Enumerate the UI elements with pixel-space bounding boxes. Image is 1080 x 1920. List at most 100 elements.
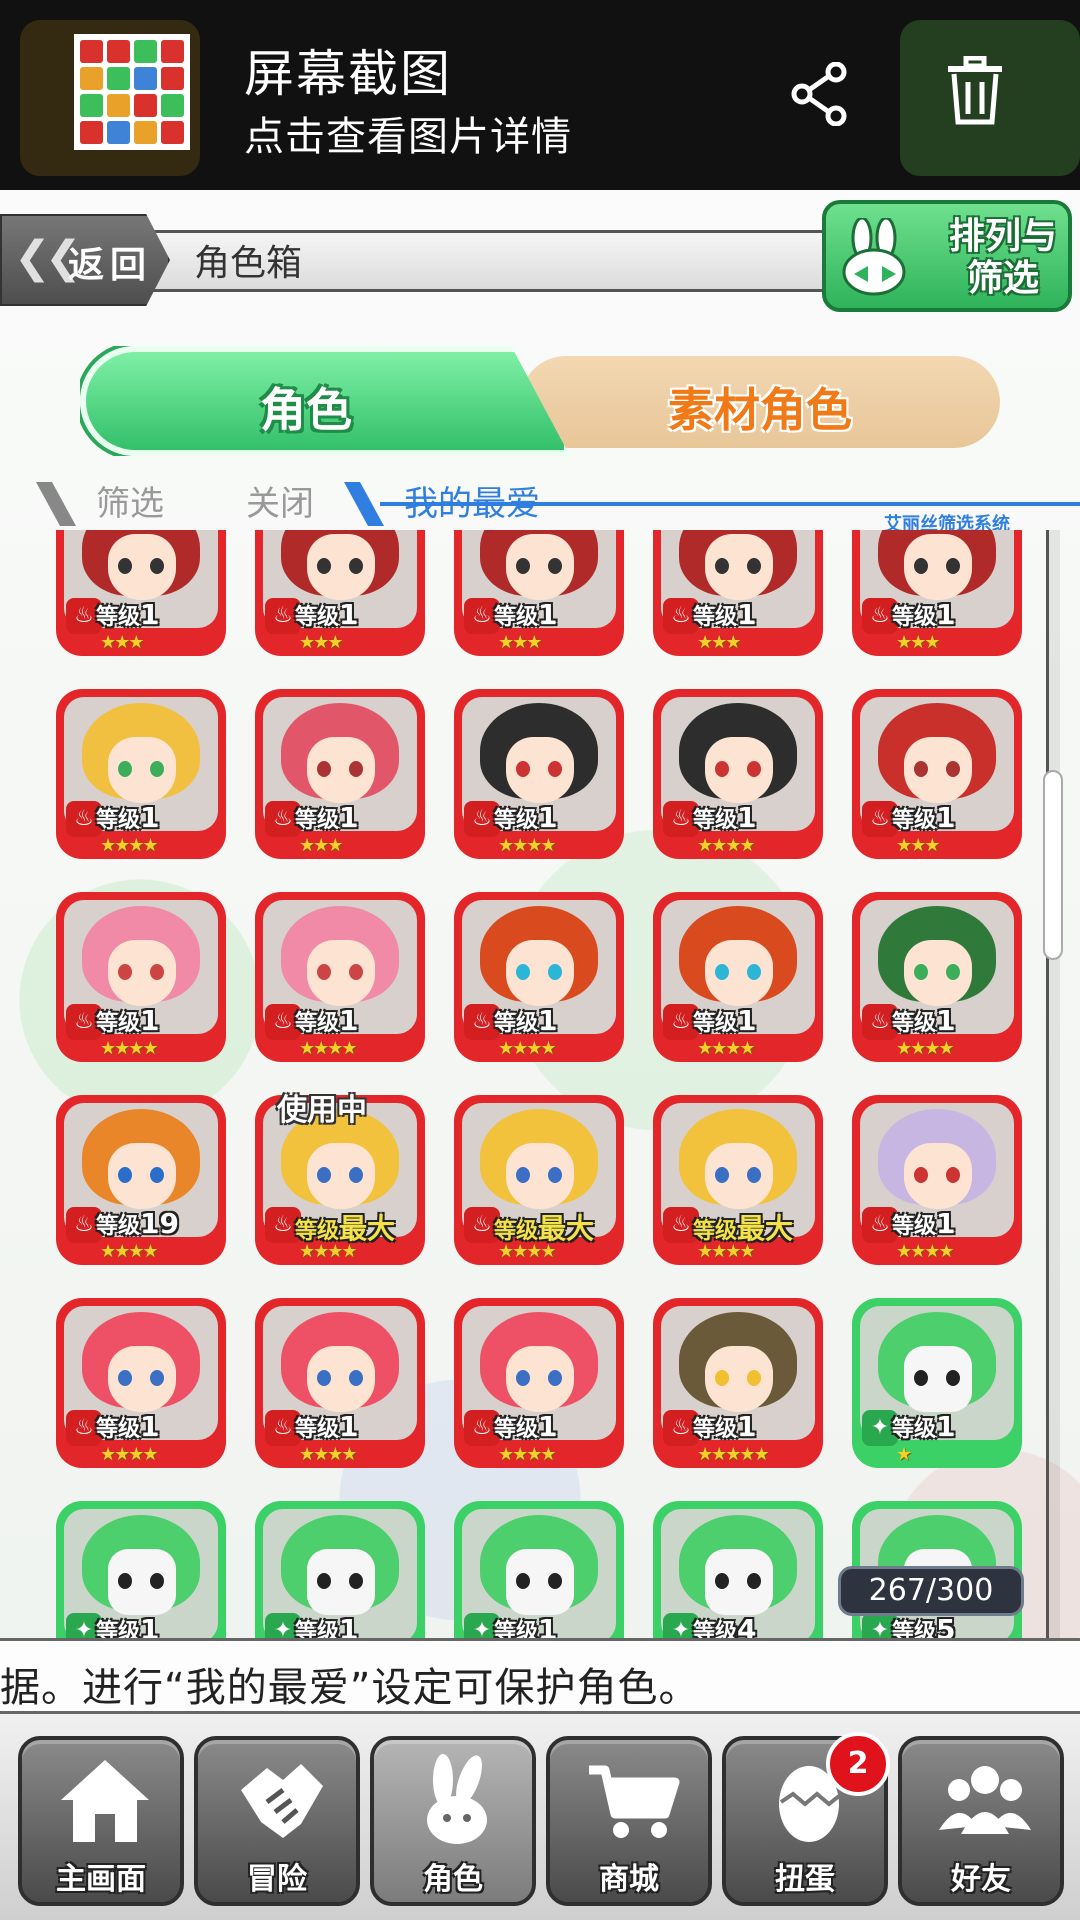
character-card[interactable]: ♨ 等级1 ★★★ bbox=[852, 689, 1022, 859]
character-level: 等级1 bbox=[494, 1613, 558, 1638]
rarity-stars: ★★★★ bbox=[100, 1241, 159, 1262]
nav-friends-label: 好友 bbox=[951, 1862, 1011, 1897]
filter-state[interactable]: 关闭 bbox=[246, 476, 314, 525]
character-grid: ♨ 等级1 ★★★ ♨ 等级1 ★★★ ♨ 等级1 ★★★ ♨ 等级1 ★★★ ♨ 等级1 ★★★ ♨ 等级1 ★… bbox=[56, 530, 1030, 1638]
character-card[interactable]: ♨ 等级1 ★★★★ bbox=[653, 892, 823, 1062]
grid-scrollbar[interactable] bbox=[1046, 530, 1060, 1640]
tab-characters-label: 角色 bbox=[260, 383, 352, 437]
character-level: 等级1 bbox=[96, 598, 160, 631]
character-level: 等级1 bbox=[295, 1613, 359, 1638]
nav-home-label: 主画面 bbox=[56, 1862, 146, 1897]
character-card[interactable]: ♨ 等级1 ★★★ bbox=[653, 530, 823, 656]
bottom-nav: 主画面 冒险 角色 商城 扭蛋 好友 bbox=[0, 1714, 1080, 1920]
character-grid-viewport[interactable]: ♨ 等级1 ★★★ ♨ 等级1 ★★★ ♨ 等级1 ★★★ ♨ 等级1 ★★★ ♨ 等级1 ★★★ ♨ 等级1 ★… bbox=[40, 530, 1030, 1638]
character-card[interactable]: ♨ 等级1 ★★★★★ bbox=[653, 1298, 823, 1468]
back-button[interactable]: ❮❮ 返回 bbox=[0, 214, 170, 306]
nav-gacha-label: 扭蛋 bbox=[775, 1862, 835, 1897]
share-icon[interactable] bbox=[790, 62, 850, 126]
filter-stripe-icon bbox=[36, 482, 76, 526]
rarity-stars: ★★★★ bbox=[498, 1038, 557, 1059]
character-card[interactable]: ♨ 等级19 ★★★★ bbox=[56, 1095, 226, 1265]
character-card[interactable]: ♨ 等级最大 ★★★★ bbox=[653, 1095, 823, 1265]
rarity-stars: ★★★★ bbox=[100, 1444, 159, 1465]
rarity-stars: ★★★★ bbox=[697, 835, 756, 856]
character-card[interactable]: ♨ 等级1 ★★★ bbox=[255, 530, 425, 656]
double-chevron-left-icon: ❮❮ bbox=[14, 232, 82, 283]
character-card[interactable]: ♨ 等级1 ★★★ bbox=[454, 530, 624, 656]
filter-bar: 筛选 关闭 我的最爱 艾丽丝筛选系统 bbox=[0, 470, 1080, 535]
grid-scroll-thumb[interactable] bbox=[1043, 770, 1063, 960]
rarity-stars: ★★★ bbox=[100, 632, 144, 653]
rarity-stars: ★★★★ bbox=[299, 1444, 358, 1465]
rarity-stars: ★★★ bbox=[299, 632, 343, 653]
nav-characters-label: 角色 bbox=[423, 1862, 483, 1897]
character-level: 等级1 bbox=[693, 1410, 757, 1443]
character-level: 等级1 bbox=[295, 1004, 359, 1037]
character-level: 等级1 bbox=[96, 1410, 160, 1443]
character-card[interactable]: ✦等级4★ bbox=[653, 1501, 823, 1638]
character-level: 等级1 bbox=[892, 1410, 956, 1443]
nav-friends[interactable]: 好友 bbox=[898, 1736, 1064, 1906]
hint-ticker: 据。进行“我的最爱”设定可保护角色。 bbox=[0, 1638, 1080, 1714]
box-count: 267/300 bbox=[838, 1566, 1024, 1616]
notification-subtitle: 点击查看图片详情 bbox=[244, 114, 572, 160]
character-card[interactable]: ♨ 等级1 ★★★ bbox=[56, 530, 226, 656]
character-card[interactable]: ♨ 等级1 ★★★★ bbox=[454, 892, 624, 1062]
rarity-stars: ★★★★ bbox=[100, 835, 159, 856]
game-screen: 屏幕截图 点击查看图片详情 ❮❮ 返回 角色箱 排列与筛选 素材角色 角色 筛选… bbox=[0, 0, 1080, 1920]
bunny-sort-icon bbox=[842, 218, 906, 296]
rarity-stars: ★★★★ bbox=[498, 1444, 557, 1465]
character-card[interactable]: ♨ 等级1 ★★★★ bbox=[454, 1298, 624, 1468]
character-card[interactable]: ♨ 等级最大 ★★★★ bbox=[454, 1095, 624, 1265]
character-card[interactable]: ♨ 等级1 ★★★★ bbox=[852, 892, 1022, 1062]
character-card[interactable]: ✦等级1★ bbox=[852, 1298, 1022, 1468]
character-level: 等级1 bbox=[96, 1004, 160, 1037]
character-level: 等级1 bbox=[295, 801, 359, 834]
nav-home[interactable]: 主画面 bbox=[18, 1736, 184, 1906]
rarity-stars: ★★★★ bbox=[697, 1038, 756, 1059]
character-card[interactable]: ♨ 等级1 ★★★★ bbox=[56, 689, 226, 859]
tab-characters[interactable]: 角色 bbox=[80, 346, 570, 456]
character-card[interactable]: ♨ 等级1 ★★★★ bbox=[255, 892, 425, 1062]
character-card[interactable]: ♨ 等级1 ★★★★ bbox=[56, 892, 226, 1062]
filter-label[interactable]: 筛选 bbox=[96, 476, 164, 525]
favorites-filter[interactable]: 我的最爱 bbox=[404, 476, 540, 525]
character-level: 等级4 bbox=[693, 1613, 757, 1638]
rarity-stars: ★★★★ bbox=[498, 835, 557, 856]
screenshot-thumbnail[interactable] bbox=[74, 34, 190, 150]
character-level: 等级1 bbox=[892, 1004, 956, 1037]
rarity-stars: ★★★★ bbox=[896, 1241, 955, 1262]
nav-shop-label: 商城 bbox=[599, 1862, 659, 1897]
character-card[interactable]: ✦等级1★ bbox=[454, 1501, 624, 1638]
sort-filter-button[interactable]: 排列与筛选 bbox=[822, 200, 1072, 312]
nav-characters[interactable]: 角色 bbox=[370, 1736, 536, 1906]
trash-icon[interactable] bbox=[944, 56, 1006, 126]
tab-material-characters[interactable]: 素材角色 bbox=[520, 356, 1000, 448]
character-card[interactable]: ♨ 等级1 ★★★★ bbox=[454, 689, 624, 859]
rarity-stars: ★★★★ bbox=[896, 1038, 955, 1059]
rarity-stars: ★★★ bbox=[896, 632, 940, 653]
character-level: 等级1 bbox=[693, 801, 757, 834]
box-tabs: 素材角色 角色 bbox=[80, 340, 1010, 460]
character-card[interactable]: ♨ 等级1 ★★★ bbox=[255, 689, 425, 859]
character-card[interactable]: ♨ 等级1 ★★★★ bbox=[56, 1298, 226, 1468]
nav-adventure-label: 冒险 bbox=[247, 1862, 307, 1897]
character-level: 等级5 bbox=[892, 1613, 956, 1638]
nav-shop[interactable]: 商城 bbox=[546, 1736, 712, 1906]
rarity-stars: ★ bbox=[896, 1444, 912, 1465]
character-card[interactable]: ✦等级1★ bbox=[255, 1501, 425, 1638]
character-level: 等级1 bbox=[494, 1410, 558, 1443]
back-label: 返回 bbox=[68, 245, 153, 286]
character-card[interactable]: ✦等级1★ bbox=[56, 1501, 226, 1638]
home-icon bbox=[61, 1760, 149, 1842]
character-card[interactable]: ♨ 等级1 ★★★ bbox=[852, 530, 1022, 656]
friends-icon bbox=[939, 1766, 1031, 1834]
character-card[interactable]: ♨ 等级1 ★★★★ bbox=[255, 1298, 425, 1468]
character-card[interactable]: ♨ 等级最大 ★★★★ 使用中 bbox=[255, 1093, 425, 1265]
cart-icon bbox=[589, 1765, 680, 1838]
character-card[interactable]: ♨ 等级1 ★★★★ bbox=[653, 689, 823, 859]
character-card[interactable]: ♨ 等级1 ★★★★ bbox=[852, 1095, 1022, 1265]
rarity-stars: ★★★ bbox=[299, 835, 343, 856]
nav-adventure[interactable]: 冒险 bbox=[194, 1736, 360, 1906]
screenshot-notification[interactable]: 屏幕截图 点击查看图片详情 bbox=[0, 0, 1080, 190]
